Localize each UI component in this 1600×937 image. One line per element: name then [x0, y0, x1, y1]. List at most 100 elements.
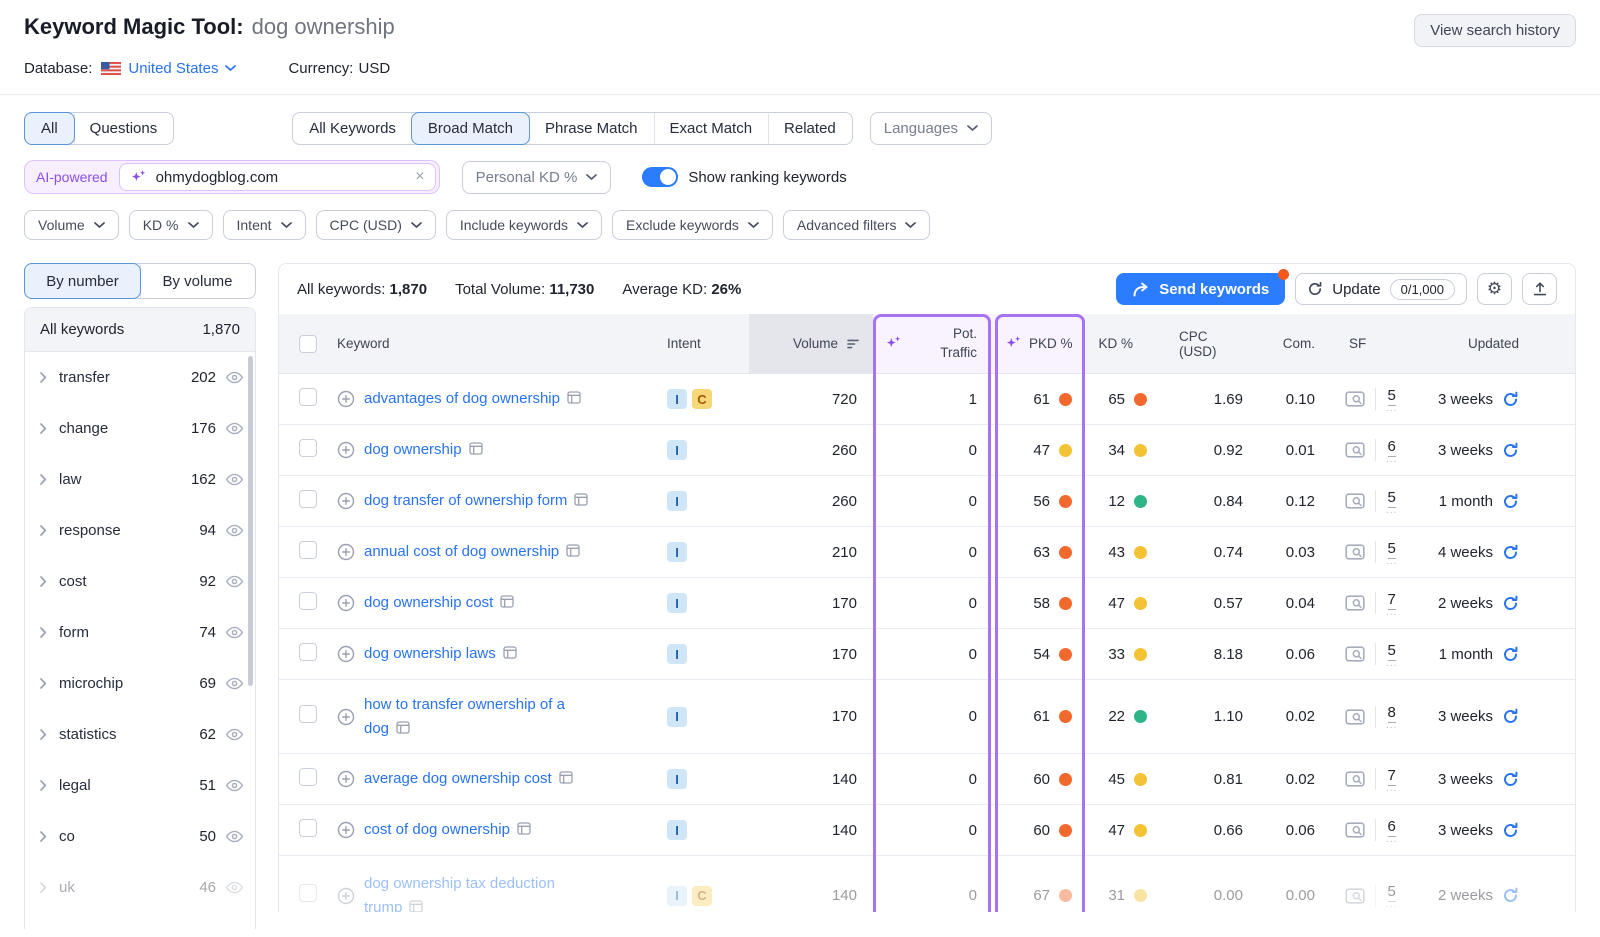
row-checkbox[interactable]	[299, 541, 317, 559]
keyword-link[interactable]: cost of dog ownership	[364, 818, 531, 841]
eye-icon[interactable]	[225, 677, 244, 690]
keyword-link[interactable]: annual cost of dog ownership	[364, 540, 580, 563]
tab-exact-match[interactable]: Exact Match	[654, 113, 769, 144]
keyword-link[interactable]: dog transfer of ownership form	[364, 489, 588, 512]
select-all-checkbox[interactable]	[299, 335, 317, 353]
add-keyword-icon[interactable]	[337, 770, 355, 788]
serp-preview-icon[interactable]	[1345, 888, 1365, 904]
keyword-group-statistics[interactable]: statistics 62	[25, 709, 255, 760]
filter-kd[interactable]: KD %	[129, 210, 213, 240]
keyword-group-response[interactable]: response 94	[25, 505, 255, 556]
refresh-keyword-icon[interactable]	[1502, 493, 1519, 510]
row-checkbox[interactable]	[299, 643, 317, 661]
filter-exclude-keywords[interactable]: Exclude keywords	[612, 210, 773, 240]
sf-link[interactable]: 7...	[1386, 768, 1397, 791]
keyword-group-uk[interactable]: uk 46	[25, 862, 255, 913]
row-checkbox[interactable]	[299, 388, 317, 406]
add-keyword-icon[interactable]	[337, 887, 355, 905]
filter-include-keywords[interactable]: Include keywords	[446, 210, 602, 240]
refresh-keyword-icon[interactable]	[1502, 822, 1519, 839]
eye-icon[interactable]	[225, 575, 244, 588]
keyword-group-change[interactable]: change 176	[25, 403, 255, 454]
database-selector[interactable]: United States	[128, 60, 236, 77]
serp-preview-icon[interactable]	[1345, 822, 1365, 838]
tab-questions[interactable]: Questions	[74, 113, 174, 144]
header-cpc[interactable]: CPC (USD)	[1179, 314, 1269, 373]
filter-intent[interactable]: Intent	[223, 210, 306, 240]
serp-features-icon[interactable]	[469, 442, 483, 455]
filter-advanced-filters[interactable]: Advanced filters	[783, 210, 931, 240]
refresh-keyword-icon[interactable]	[1502, 708, 1519, 725]
sf-link[interactable]: 5...	[1386, 490, 1397, 513]
sf-link[interactable]: 5...	[1386, 388, 1397, 411]
keyword-link[interactable]: dog ownership laws	[364, 642, 517, 665]
sf-link[interactable]: 5...	[1386, 884, 1397, 907]
header-com[interactable]: Com.	[1269, 314, 1339, 373]
sort-by-number-tab[interactable]: By number	[24, 263, 141, 299]
serp-features-icon[interactable]	[574, 493, 588, 506]
update-button[interactable]: Update 0/1,000	[1295, 273, 1467, 305]
serp-preview-icon[interactable]	[1345, 709, 1365, 725]
serp-preview-icon[interactable]	[1345, 771, 1365, 787]
eye-icon[interactable]	[225, 728, 244, 741]
keyword-group-co[interactable]: co 50	[25, 811, 255, 862]
tab-all[interactable]: All	[24, 112, 75, 145]
add-keyword-icon[interactable]	[337, 708, 355, 726]
serp-preview-icon[interactable]	[1345, 544, 1365, 560]
serp-features-icon[interactable]	[567, 391, 581, 404]
personal-kd-dropdown[interactable]: Personal KD %	[462, 161, 612, 194]
keyword-link[interactable]: advantages of dog ownership	[364, 387, 581, 410]
tab-phrase-match[interactable]: Phrase Match	[529, 113, 654, 144]
keyword-link[interactable]: dog ownership cost	[364, 591, 514, 614]
all-keywords-group[interactable]: All keywords 1,870	[25, 308, 255, 352]
keyword-link[interactable]: how to transfer ownership of a dog	[364, 693, 565, 740]
tab-broad-match[interactable]: Broad Match	[411, 112, 530, 145]
add-keyword-icon[interactable]	[337, 390, 355, 408]
send-keywords-button[interactable]: Send keywords	[1116, 273, 1285, 305]
seed-keyword-input[interactable]: ohmydogblog.com ×	[119, 163, 436, 191]
serp-preview-icon[interactable]	[1345, 646, 1365, 662]
languages-dropdown[interactable]: Languages	[870, 112, 992, 145]
keyword-group-microchip[interactable]: microchip 69	[25, 658, 255, 709]
eye-icon[interactable]	[225, 524, 244, 537]
eye-icon[interactable]	[225, 626, 244, 639]
refresh-keyword-icon[interactable]	[1502, 391, 1519, 408]
row-checkbox[interactable]	[299, 592, 317, 610]
row-checkbox[interactable]	[299, 705, 317, 723]
sf-link[interactable]: 5...	[1386, 541, 1397, 564]
settings-button[interactable]: ⚙	[1477, 273, 1512, 305]
eye-icon[interactable]	[225, 473, 244, 486]
serp-features-icon[interactable]	[409, 900, 423, 913]
keyword-group-form[interactable]: form 74	[25, 607, 255, 658]
serp-features-icon[interactable]	[559, 771, 573, 784]
tab-related[interactable]: Related	[768, 113, 852, 144]
tab-all-keywords[interactable]: All Keywords	[293, 113, 412, 144]
keyword-group-cost[interactable]: cost 92	[25, 556, 255, 607]
add-keyword-icon[interactable]	[337, 645, 355, 663]
refresh-keyword-icon[interactable]	[1502, 595, 1519, 612]
sf-link[interactable]: 6...	[1386, 819, 1397, 842]
serp-preview-icon[interactable]	[1345, 391, 1365, 407]
refresh-keyword-icon[interactable]	[1502, 544, 1519, 561]
serp-features-icon[interactable]	[396, 721, 410, 734]
serp-features-icon[interactable]	[566, 544, 580, 557]
sf-link[interactable]: 8...	[1386, 705, 1397, 728]
add-keyword-icon[interactable]	[337, 543, 355, 561]
header-pkd[interactable]: PKD %	[993, 314, 1085, 373]
export-button[interactable]	[1522, 273, 1557, 305]
sort-by-volume-tab[interactable]: By volume	[140, 264, 255, 298]
keyword-group-legal[interactable]: legal 51	[25, 760, 255, 811]
header-volume[interactable]: Volume	[749, 314, 873, 373]
keyword-link[interactable]: dog ownership	[364, 438, 483, 461]
refresh-keyword-icon[interactable]	[1502, 646, 1519, 663]
add-keyword-icon[interactable]	[337, 492, 355, 510]
serp-features-icon[interactable]	[500, 595, 514, 608]
eye-icon[interactable]	[225, 881, 244, 894]
add-keyword-icon[interactable]	[337, 441, 355, 459]
add-keyword-icon[interactable]	[337, 594, 355, 612]
serp-features-icon[interactable]	[517, 822, 531, 835]
header-kd[interactable]: KD %	[1085, 314, 1179, 373]
serp-preview-icon[interactable]	[1345, 595, 1365, 611]
keyword-link[interactable]: dog ownership tax deduction trump	[364, 872, 555, 912]
keyword-group-law[interactable]: law 162	[25, 454, 255, 505]
